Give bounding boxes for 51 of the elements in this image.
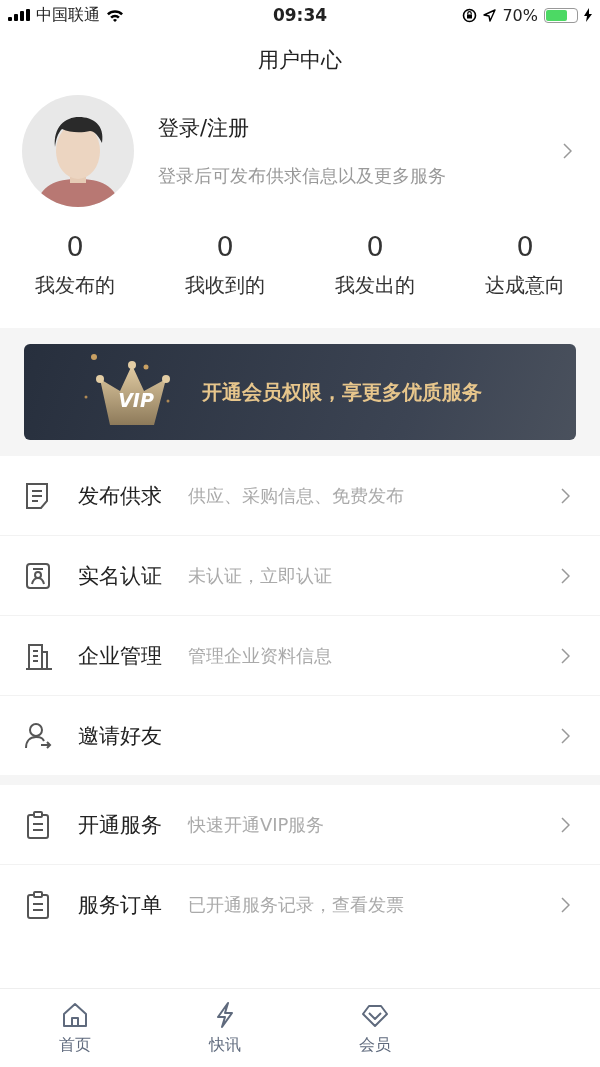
menu-hint: 管理企业资料信息 xyxy=(188,643,332,668)
menu-hint: 未认证，立即认证 xyxy=(188,563,332,588)
vip-promo-text: 开通会员权限，享更多优质服务 xyxy=(202,378,482,406)
chevron-right-icon xyxy=(561,567,570,584)
login-link[interactable]: 登录/注册 xyxy=(158,114,563,142)
stat-count[interactable]: 0 xyxy=(366,231,384,262)
menu-label: 企业管理 xyxy=(78,642,162,670)
building-icon xyxy=(24,641,52,670)
stat-label[interactable]: 我收到的 xyxy=(185,272,265,299)
id-card-icon xyxy=(24,561,52,590)
stat-label[interactable]: 达成意向 xyxy=(485,272,565,299)
chevron-right-icon xyxy=(563,143,572,159)
signal-icon xyxy=(8,9,30,21)
home-icon xyxy=(61,1000,89,1029)
menu-hint: 供应、采购信息、免费发布 xyxy=(188,483,404,508)
menu-label: 邀请好友 xyxy=(78,722,162,750)
login-row[interactable]: 登录/注册 登录后可发布供求信息以及更多服务 xyxy=(0,90,600,210)
carrier-name: 中国联通 xyxy=(36,4,100,26)
clipboard-icon xyxy=(24,810,52,839)
tab-item[interactable]: 快讯 xyxy=(150,989,300,1067)
menu-hint: 快速开通VIP服务 xyxy=(188,812,325,837)
stat-count[interactable]: 0 xyxy=(66,231,84,262)
login-hint: 登录后可发布供求信息以及更多服务 xyxy=(158,165,447,188)
chevron-right-icon xyxy=(561,647,570,664)
chevron-right-icon xyxy=(561,816,570,833)
vip-banner[interactable]: VIP 开通会员权限，享更多优质服务 xyxy=(24,344,576,440)
battery-percent: 70% xyxy=(502,5,538,25)
stat-label[interactable]: 我发布的 xyxy=(35,272,115,299)
vip-label: VIP xyxy=(117,389,155,411)
menu-label: 实名认证 xyxy=(78,562,162,590)
location-icon xyxy=(483,8,497,22)
stat-count[interactable]: 0 xyxy=(216,231,234,262)
menu-label: 发布供求 xyxy=(78,482,162,510)
charging-icon xyxy=(584,8,592,22)
page-title: 用户中心 xyxy=(257,47,343,74)
stat-label[interactable]: 我发出的 xyxy=(335,272,415,299)
rotation-lock-icon xyxy=(462,7,478,23)
person-arrow-icon xyxy=(24,721,52,750)
chevron-right-icon xyxy=(561,487,570,504)
tab-item[interactable]: 会员 xyxy=(300,989,450,1067)
wifi-icon xyxy=(106,8,124,22)
battery-icon xyxy=(544,7,578,23)
clipboard-icon xyxy=(24,890,52,919)
menu-hint: 已开通服务记录，查看发票 xyxy=(188,892,404,917)
status-time: 09:34 xyxy=(272,5,328,25)
menu-label: 开通服务 xyxy=(78,811,162,839)
chevron-right-icon xyxy=(561,896,570,913)
menu-label: 服务订单 xyxy=(78,891,162,919)
tab-item[interactable]: 首页 xyxy=(0,989,150,1067)
stat-count[interactable]: 0 xyxy=(516,231,534,262)
chevron-right-icon xyxy=(561,727,570,744)
